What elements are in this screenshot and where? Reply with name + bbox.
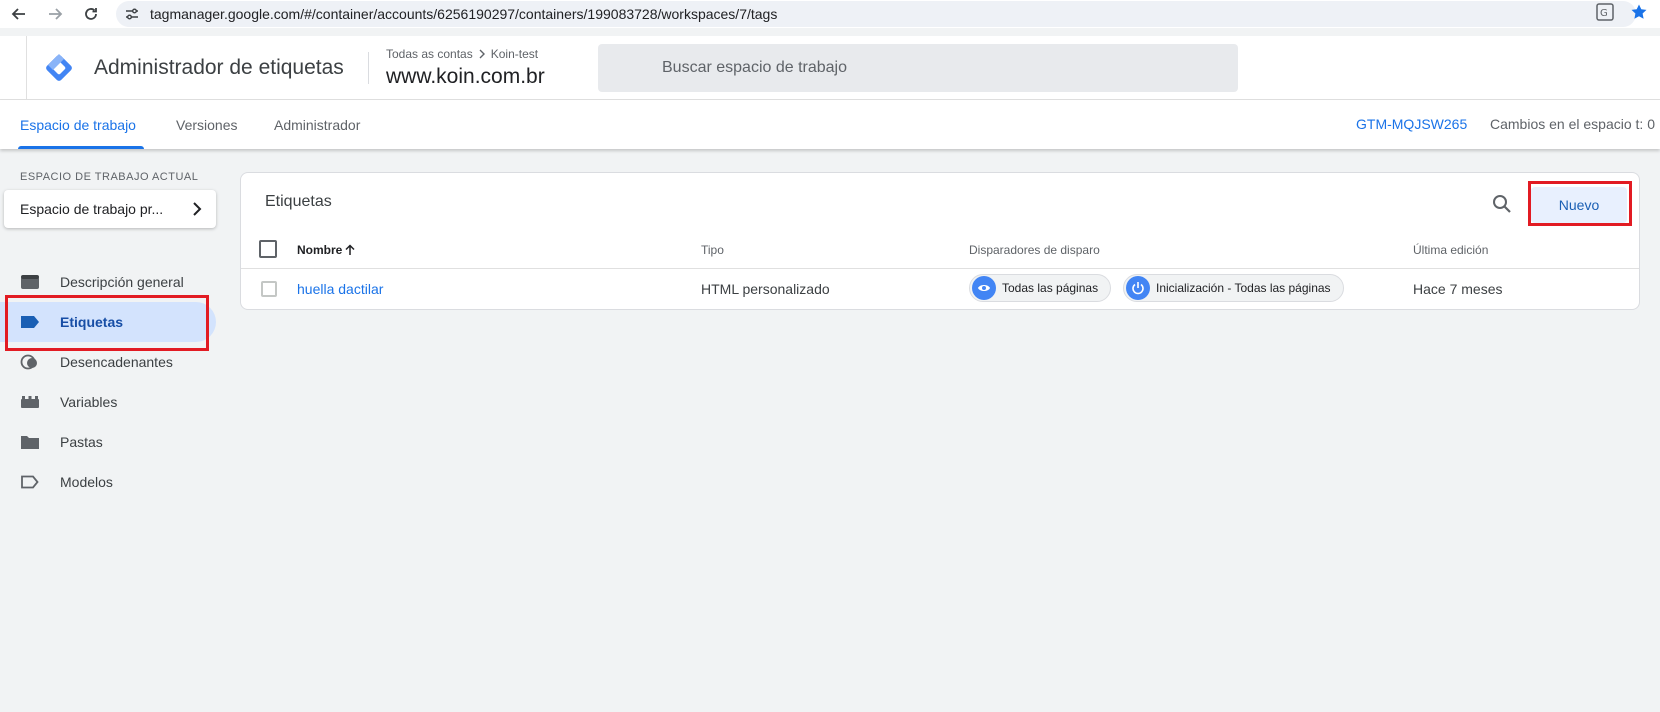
tags-card-title: Etiquetas xyxy=(265,193,332,210)
chevron-right-icon xyxy=(479,49,485,59)
forward-icon[interactable] xyxy=(44,3,66,25)
eye-icon xyxy=(972,276,996,300)
column-header-triggers[interactable]: Disparadores de disparo xyxy=(969,243,1100,257)
url-text: tagmanager.google.com/#/container/accoun… xyxy=(150,6,778,22)
column-header-last-edited[interactable]: Última edición xyxy=(1413,243,1488,257)
table-divider xyxy=(241,268,1639,269)
bookmark-star-icon[interactable] xyxy=(1630,3,1648,21)
workspace-selector[interactable]: Espacio de trabajo pr... xyxy=(4,190,216,228)
workspace-search-placeholder: Buscar espacio de trabajo xyxy=(662,59,847,76)
trigger-chip-label: Inicialización - Todas las páginas xyxy=(1156,281,1331,295)
translate-icon[interactable]: G xyxy=(1596,3,1614,21)
gtm-logo-icon[interactable] xyxy=(44,53,74,83)
sidebar-item-variables[interactable]: Variables xyxy=(0,382,216,422)
search-icon[interactable] xyxy=(1491,193,1513,215)
reload-icon[interactable] xyxy=(80,3,102,25)
column-header-name[interactable]: Nombre xyxy=(297,243,356,257)
row-checkbox[interactable] xyxy=(261,281,277,297)
breadcrumb[interactable]: Todas as contas Koin-test xyxy=(386,47,538,61)
main-tabs: Espacio de trabajo Versiones Administrad… xyxy=(0,100,1660,149)
tags-card: Etiquetas Nuevo Nombre Tipo Disparadores… xyxy=(240,172,1640,310)
variables-icon xyxy=(21,396,39,408)
back-icon[interactable] xyxy=(8,3,30,25)
highlight-box-new-button xyxy=(1528,181,1632,226)
container-id[interactable]: GTM-MQJSW265 xyxy=(1356,116,1467,132)
breadcrumb-account[interactable]: Todas as contas xyxy=(386,47,473,61)
sidebar-item-label: Modelos xyxy=(60,474,113,490)
sort-arrow-up-icon xyxy=(345,244,355,255)
chevron-right-icon xyxy=(193,202,202,216)
sidebar-item-label: Desencadenantes xyxy=(60,354,173,370)
sidebar-item-label: Descripción general xyxy=(60,274,184,290)
site-settings-icon[interactable] xyxy=(124,6,140,22)
browser-toolbar: tagmanager.google.com/#/container/accoun… xyxy=(0,0,1660,28)
header-separator xyxy=(368,52,369,84)
power-icon xyxy=(1126,276,1150,300)
app-header: Administrador de etiquetas Todas as cont… xyxy=(0,36,1660,100)
trigger-chip-label: Todas las páginas xyxy=(1002,281,1099,295)
overview-icon xyxy=(21,275,39,289)
tag-last-edited: Hace 7 meses xyxy=(1413,281,1503,297)
active-tab-indicator xyxy=(18,146,144,149)
trigger-chip-all-pages[interactable]: Todas las páginas xyxy=(969,274,1112,302)
workspace-search-input[interactable]: Buscar espacio de trabajo xyxy=(598,44,1238,92)
sidebar-item-folders[interactable]: Pastas xyxy=(0,422,216,462)
trigger-icon xyxy=(20,354,37,370)
svg-text:G: G xyxy=(1600,8,1608,19)
breadcrumb-container[interactable]: Koin-test xyxy=(491,47,538,61)
current-workspace-heading: ESPACIO DE TRABAJO ACTUAL xyxy=(20,171,199,183)
tab-admin[interactable]: Administrador xyxy=(274,117,360,133)
folder-icon xyxy=(21,436,39,449)
column-header-type[interactable]: Tipo xyxy=(701,243,724,257)
container-name[interactable]: www.koin.com.br xyxy=(386,65,545,89)
tab-workspace[interactable]: Espacio de trabajo xyxy=(20,117,136,133)
sidebar-item-templates[interactable]: Modelos xyxy=(0,462,216,502)
tag-type: HTML personalizado xyxy=(701,281,830,297)
sidebar-item-label: Pastas xyxy=(60,434,103,450)
tab-versions[interactable]: Versiones xyxy=(176,117,237,133)
workspace-changes: Cambios en el espacio t: 0 xyxy=(1490,116,1655,132)
sidebar-item-label: Variables xyxy=(60,394,118,410)
workspace-selector-label: Espacio de trabajo pr... xyxy=(20,201,164,217)
tag-name-link[interactable]: huella dactilar xyxy=(297,281,383,297)
trigger-chip-initialization[interactable]: Inicialización - Todas las páginas xyxy=(1123,274,1344,302)
column-header-label: Nombre xyxy=(297,243,343,257)
address-bar[interactable]: tagmanager.google.com/#/container/accoun… xyxy=(116,1,1636,27)
app-title[interactable]: Administrador de etiquetas xyxy=(94,56,344,80)
header-divider xyxy=(26,36,27,100)
highlight-box-tags xyxy=(5,295,209,351)
template-icon xyxy=(21,475,39,489)
select-all-checkbox[interactable] xyxy=(259,240,277,258)
